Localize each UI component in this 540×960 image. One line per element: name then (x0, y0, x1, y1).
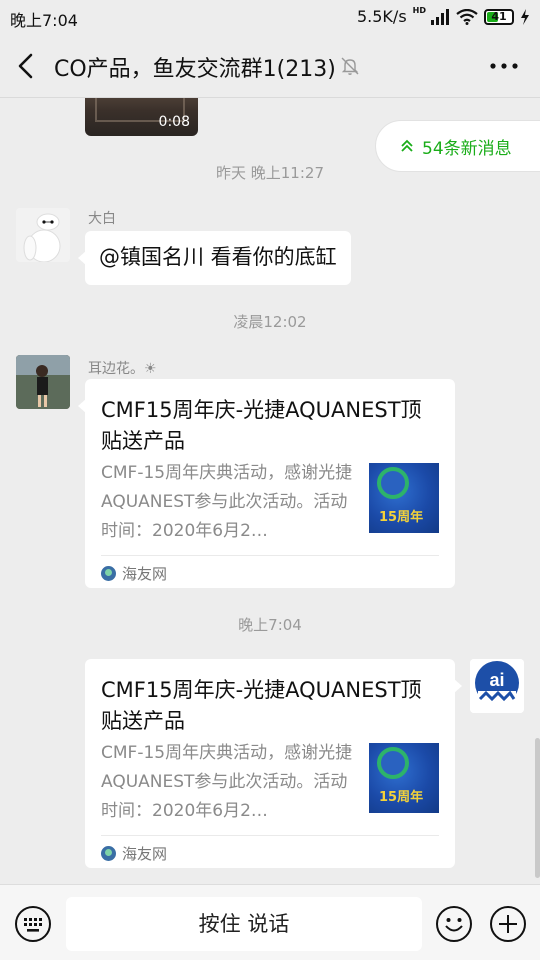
signal-icon (431, 8, 449, 25)
link-card[interactable]: CMF15周年庆-光捷AQUANEST顶贴送产品 CMF-15周年庆典活动，感谢… (85, 659, 462, 868)
status-indicators: 5.5K/s HD 41 (356, 6, 530, 26)
video-duration: 0:08 (158, 114, 190, 130)
thumbnail-text: 15周年 (379, 790, 424, 805)
avatar[interactable] (16, 355, 70, 409)
keyboard-icon[interactable] (14, 905, 52, 943)
scrollbar[interactable] (535, 738, 540, 878)
status-bar: 晚上7:04 5.5K/s HD 41 (0, 0, 540, 34)
input-bar: 按住 说话 (0, 884, 540, 960)
avatar[interactable] (16, 208, 70, 262)
back-chevron-icon[interactable] (14, 52, 40, 80)
anniversary-logo-icon (377, 467, 409, 499)
timestamp: 晚上7:04 (238, 616, 302, 634)
battery-level: 41 (491, 9, 507, 23)
wifi-icon (456, 8, 478, 25)
card-title: CMF15周年庆-光捷AQUANEST顶贴送产品 (101, 678, 422, 733)
double-chevron-up-icon (401, 139, 413, 152)
sender-name: 耳边花。☀ (88, 361, 157, 377)
charging-icon (521, 8, 529, 25)
card-thumbnail: 15周年 (369, 463, 439, 533)
card-source: 海友网 (101, 843, 167, 864)
ai-logo-avatar-icon: ai (470, 659, 524, 713)
card-description: CMF-15周年庆典活动，感谢光捷AQUANEST参与此次活动。活动时间：202… (101, 463, 353, 541)
timestamp: 昨天 晚上11:27 (216, 164, 324, 182)
card-thumbnail: 15周年 (369, 743, 439, 813)
source-logo-icon (101, 566, 116, 581)
network-speed: 5.5K/s (356, 7, 407, 26)
status-time: 晚上7:04 (10, 11, 78, 30)
plus-circle-icon[interactable] (489, 905, 527, 943)
emoji-icon[interactable] (435, 905, 473, 943)
bell-muted-icon (341, 57, 359, 75)
video-message[interactable]: 0:08 (85, 98, 198, 136)
timestamp: 凌晨12:02 (233, 313, 307, 331)
hold-to-talk-button[interactable]: 按住 说话 (66, 897, 422, 951)
card-description: CMF-15周年庆典活动，感谢光捷AQUANEST参与此次活动。活动时间：202… (101, 743, 353, 821)
baymax-avatar-icon (16, 208, 70, 262)
source-logo-icon (101, 846, 116, 861)
avatar[interactable]: ai (470, 659, 524, 713)
thumbnail-text: 15周年 (379, 510, 424, 525)
divider (101, 835, 439, 836)
link-card[interactable]: CMF15周年庆-光捷AQUANEST顶贴送产品 CMF-15周年庆典活动，感谢… (78, 379, 455, 588)
card-source-label: 海友网 (122, 565, 168, 583)
anniversary-logo-icon (377, 747, 409, 779)
more-dots-icon[interactable] (488, 52, 520, 80)
new-messages-label: 54条新消息 (422, 138, 512, 159)
message-bubble[interactable]: @镇国名川 看看你的底缸 (78, 231, 351, 285)
card-title: CMF15周年庆-光捷AQUANEST顶贴送产品 (101, 398, 422, 453)
chat-messages[interactable]: 0:08 54条新消息 昨天 晚上11:27 大白 @镇国名川 看看你的底缸 凌… (0, 98, 540, 884)
svg-text:ai: ai (489, 670, 504, 690)
divider (101, 555, 439, 556)
chat-header: CO产品，鱼友交流群1(213) (0, 34, 540, 98)
hd-label: HD (412, 6, 426, 15)
chat-title: CO产品，鱼友交流群1(213) (54, 57, 336, 82)
person-avatar-icon (16, 355, 70, 409)
card-source: 海友网 (101, 563, 167, 584)
card-source-label: 海友网 (122, 845, 168, 863)
battery-icon: 41 (484, 8, 514, 25)
sender-name: 大白 (88, 211, 116, 227)
